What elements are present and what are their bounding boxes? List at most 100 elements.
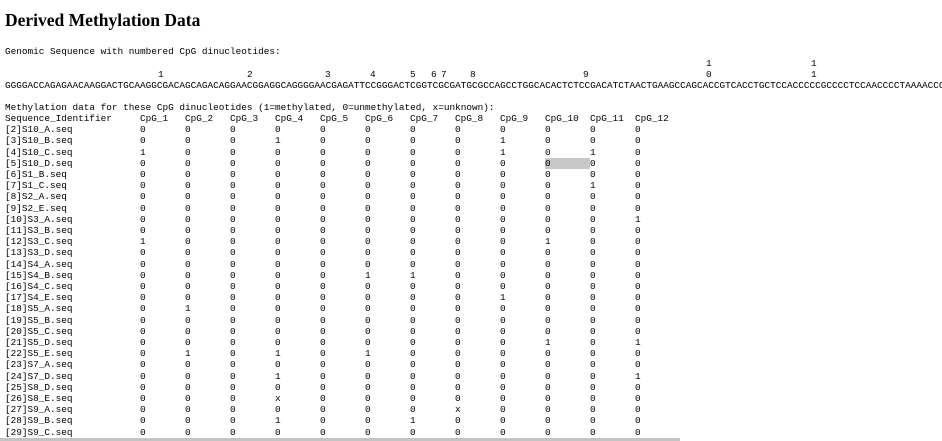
methylation-cell: 0 <box>590 247 596 259</box>
methylation-cell: 0 <box>455 314 461 326</box>
methylation-cell: 0 <box>275 337 281 349</box>
methylation-cell: 0 <box>230 415 236 427</box>
methylation-cell: 0 <box>230 381 236 393</box>
methylation-cell: 0 <box>410 404 416 416</box>
methylation-cell: 0 <box>140 359 146 371</box>
methylation-cell: 0 <box>185 213 191 225</box>
methylation-cell: 0 <box>635 415 641 427</box>
methylation-cell: 0 <box>185 393 191 405</box>
table-row: [5]S10_D.seq 0 0 0 0 0 0 0 0 0 0 0 0 <box>5 157 680 170</box>
methylation-cell: 0 <box>140 202 146 214</box>
sequence-identifier-cell: [19]S5_B.seq <box>5 314 73 326</box>
methylation-cell: 0 <box>185 359 191 371</box>
header-cpg-3: CpG_3 <box>230 113 259 124</box>
methylation-cell: 0 <box>455 202 461 214</box>
methylation-cell: 0 <box>545 169 551 181</box>
methylation-cell: 0 <box>500 359 506 371</box>
methylation-cell: 0 <box>545 225 551 237</box>
cpg-marker: 2 <box>247 69 253 80</box>
methylation-cell: 0 <box>185 236 191 248</box>
methylation-cell: 0 <box>410 213 416 225</box>
methylation-cell: 0 <box>230 247 236 259</box>
methylation-cell: 0 <box>635 348 641 360</box>
methylation-cell: 0 <box>410 180 416 192</box>
methylation-cell: 0 <box>410 393 416 405</box>
methylation-cell: 1 <box>275 415 281 427</box>
methylation-cell: 1 <box>500 292 506 304</box>
methylation-cell: 1 <box>410 415 416 427</box>
methylation-cell: 0 <box>320 281 326 293</box>
methylation-cell: 0 <box>230 157 236 169</box>
methylation-cell: 1 <box>275 135 281 147</box>
methylation-cell: 0 <box>275 381 281 393</box>
header-cpg-7: CpG_7 <box>410 113 439 124</box>
methylation-cell: 0 <box>500 393 506 405</box>
table-row: [3]S10_B.seq 0 0 0 1 0 0 0 0 1 0 0 0 <box>5 135 680 146</box>
methylation-cell: 0 <box>275 258 281 270</box>
methylation-cell: 0 <box>365 404 371 416</box>
cpg-marker: 4 <box>370 69 376 80</box>
methylation-cell: 0 <box>230 292 236 304</box>
header-cpg-10: CpG_10 <box>545 113 579 124</box>
table-row: [15]S4_B.seq 0 0 0 0 0 1 1 0 0 0 0 0 <box>5 270 680 281</box>
methylation-cell: 0 <box>590 314 596 326</box>
methylation-cell: 0 <box>230 426 236 438</box>
methylation-cell: 0 <box>230 124 236 136</box>
methylation-cell: 0 <box>590 337 596 349</box>
methylation-cell: 0 <box>185 202 191 214</box>
sequence-identifier-cell: [12]S3_C.seq <box>5 236 73 248</box>
methylation-cell: 0 <box>320 258 326 270</box>
methylation-cell: 0 <box>365 169 371 181</box>
table-row: [28]S9_B.seq 0 0 0 1 0 0 1 0 0 0 0 0 <box>5 415 680 426</box>
methylation-cell: 1 <box>275 348 281 360</box>
table-row: [14]S4_A.seq 0 0 0 0 0 0 0 0 0 0 0 0 <box>5 259 680 270</box>
methylation-cell: 1 <box>545 236 551 248</box>
methylation-cell: 0 <box>365 236 371 248</box>
methylation-cell: 0 <box>545 325 551 337</box>
methylation-cell: 0 <box>500 169 506 181</box>
sequence-identifier-cell: [2]S10_A.seq <box>5 124 73 136</box>
methylation-cell: 0 <box>590 292 596 304</box>
methylation-cell: 0 <box>365 281 371 293</box>
methylation-cell: 1 <box>275 370 281 382</box>
methylation-cell: 0 <box>230 225 236 237</box>
methylation-cell: 0 <box>140 191 146 203</box>
sequence-identifier-cell: [4]S10_C.seq <box>5 146 73 158</box>
methylation-cell: 0 <box>275 225 281 237</box>
methylation-cell: 0 <box>500 426 506 438</box>
methylation-cell: 0 <box>590 191 596 203</box>
methylation-cell: 0 <box>230 202 236 214</box>
header-cpg-12: CpG_12 <box>635 113 669 124</box>
methylation-cell: 0 <box>500 415 506 427</box>
table-row: [26]S8_E.seq 0 0 0 x 0 0 0 0 0 0 0 0 <box>5 393 680 404</box>
cpg-marker: 0 <box>706 69 712 80</box>
sequence-identifier-cell: [9]S2_E.seq <box>5 202 67 214</box>
methylation-cell: 0 <box>455 348 461 360</box>
methylation-cell: 0 <box>590 258 596 270</box>
sequence-identifier-cell: [3]S10_B.seq <box>5 135 73 147</box>
methylation-cell: 0 <box>545 180 551 192</box>
methylation-cell: 0 <box>185 180 191 192</box>
methylation-cell: 0 <box>140 269 146 281</box>
methylation-cell: 0 <box>275 180 281 192</box>
methylation-cell: 0 <box>635 292 641 304</box>
methylation-cell: 0 <box>500 348 506 360</box>
methylation-cell: 0 <box>635 258 641 270</box>
methylation-cell: 0 <box>635 191 641 203</box>
methylation-cell: 0 <box>590 426 596 438</box>
methylation-cell: 0 <box>590 213 596 225</box>
sequence-identifier-cell: [27]S9_A.seq <box>5 404 73 416</box>
methylation-cell: 0 <box>545 213 551 225</box>
methylation-cell: 0 <box>635 247 641 259</box>
methylation-cell: 0 <box>635 393 641 405</box>
methylation-cell: 0 <box>455 359 461 371</box>
methylation-cell: 0 <box>320 135 326 147</box>
methylation-cell: 0 <box>275 191 281 203</box>
methylation-cell: 0 <box>635 359 641 371</box>
methylation-cell: 0 <box>320 157 326 169</box>
methylation-cell: 0 <box>590 415 596 427</box>
methylation-table: Sequence_Identifier CpG_1 CpG_2 CpG_3 CpG_4 C… <box>5 113 680 438</box>
methylation-cell: 0 <box>275 146 281 158</box>
methylation-cell: 0 <box>410 202 416 214</box>
methylation-cell: 0 <box>230 348 236 360</box>
